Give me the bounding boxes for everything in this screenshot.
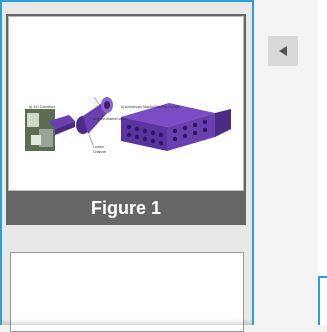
figure-image xyxy=(25,96,231,151)
figure-thumbnail-1[interactable]: a) 3-D Construct b) Anisotropic Macro-Ch… xyxy=(6,14,246,225)
panel-scroll-shadow xyxy=(2,319,252,325)
panel-a-label: a) 3-D Construct xyxy=(29,105,55,109)
annotation-1: Aligned channel walls xyxy=(93,117,127,121)
panel-b-label: b) Anisotropic Macro-Channel Cryogel xyxy=(121,105,181,109)
annotation-2: Lumen xyxy=(93,145,104,149)
figures-panel: a) 3-D Construct b) Anisotropic Macro-Ch… xyxy=(0,0,254,332)
figure-image-frame: a) 3-D Construct b) Anisotropic Macro-Ch… xyxy=(8,16,244,191)
collapse-panel-button[interactable] xyxy=(268,36,298,66)
document-page-selection[interactable] xyxy=(318,276,327,325)
figure-caption: Figure 1 xyxy=(90,197,161,218)
triangle-left-icon xyxy=(279,46,287,56)
annotation-3: Channel xyxy=(93,150,107,154)
